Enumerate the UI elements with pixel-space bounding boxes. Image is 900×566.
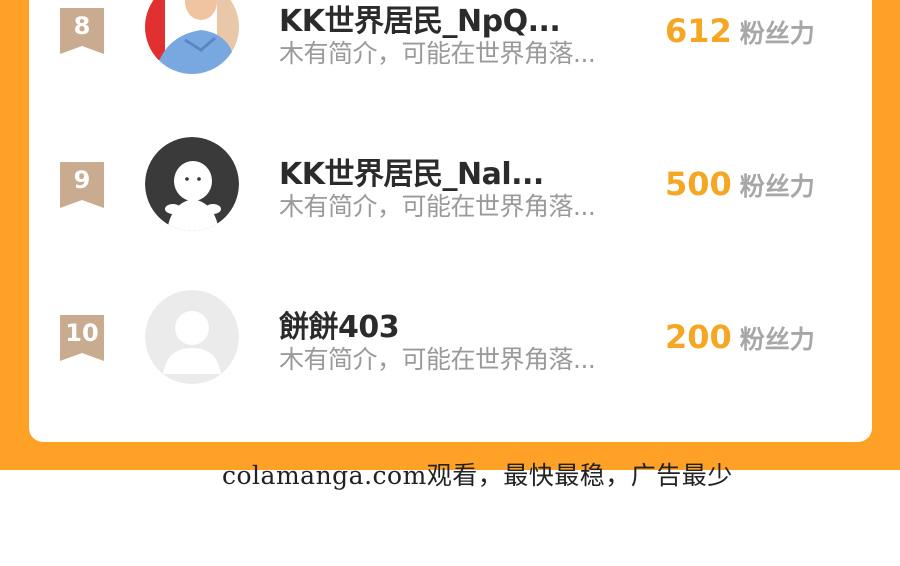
list-item[interactable]: 10 餅餅403 木有简介，可能在世界角落... 200 粉丝力 — [29, 288, 872, 388]
score-value: 200 — [665, 318, 732, 356]
list-item[interactable]: 9 KK世界居民_Nal... 木有简介，可能在世界角落... 500 粉丝力 — [29, 135, 872, 235]
leaderboard-card: 8 KK世界居民_NpQ... 木有简介，可能在世界角落... 612 粉丝力 9 — [29, 0, 872, 442]
rank-badge: 10 — [60, 315, 104, 361]
default-user-avatar-icon[interactable] — [145, 290, 239, 384]
rank-number: 10 — [65, 319, 99, 347]
score-label: 粉丝力 — [739, 172, 815, 201]
score-label: 粉丝力 — [739, 325, 815, 354]
rank-number: 9 — [73, 166, 91, 194]
user-bio: 木有简介，可能在世界角落... — [279, 345, 596, 374]
score-label: 粉丝力 — [739, 19, 815, 48]
fan-power-score: 200 粉丝力 — [665, 318, 815, 356]
fan-power-score: 500 粉丝力 — [665, 165, 815, 203]
score-value: 500 — [665, 165, 732, 203]
photo-avatar-icon[interactable] — [145, 0, 239, 74]
user-bio: 木有简介，可能在世界角落... — [279, 192, 596, 221]
list-item[interactable]: 8 KK世界居民_NpQ... 木有简介，可能在世界角落... 612 粉丝力 — [29, 0, 872, 80]
watermark-text: colamanga.com观看，最快最稳，广告最少 — [222, 461, 733, 490]
user-bio: 木有简介，可能在世界角落... — [279, 39, 596, 68]
rank-badge: 9 — [60, 162, 104, 208]
rank-badge: 8 — [60, 8, 104, 54]
fan-power-score: 612 粉丝力 — [665, 12, 815, 50]
score-value: 612 — [665, 12, 732, 50]
rank-number: 8 — [73, 12, 91, 40]
ghost-avatar-icon[interactable] — [145, 137, 239, 231]
